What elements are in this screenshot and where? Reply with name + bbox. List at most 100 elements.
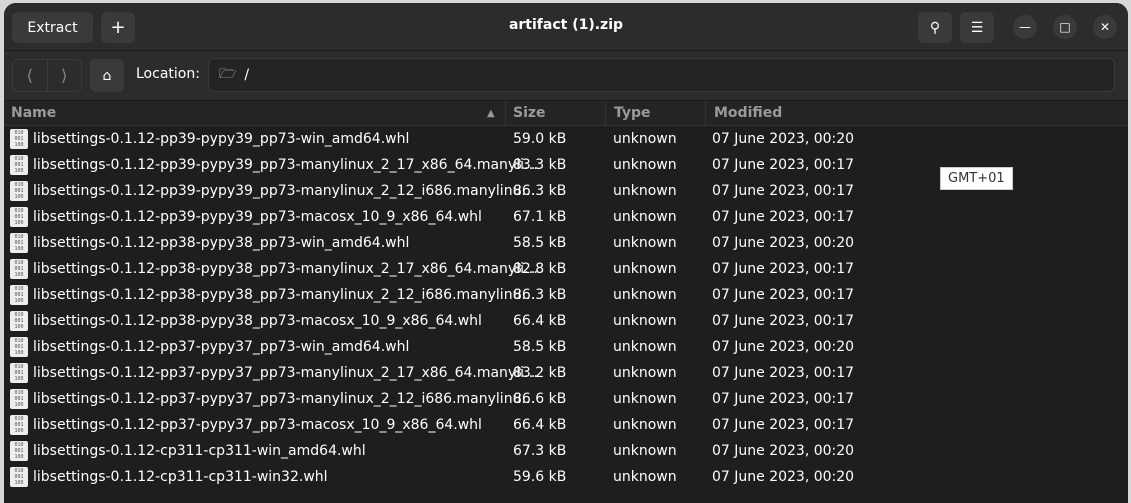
file-type: unknown (613, 183, 677, 199)
file-name: libsettings-0.1.12-cp311-cp311-win_amd64… (33, 443, 366, 459)
file-name: libsettings-0.1.12-cp311-cp311-win32.whl (33, 469, 328, 485)
file-row[interactable]: 010 001 100 libsettings-0.1.12-pp39-pypy39… (4, 204, 1128, 230)
column-name[interactable]: Name (11, 105, 56, 121)
file-modified: 07 June 2023, 00:20 (712, 339, 855, 355)
file-size: 83.2 kB (513, 365, 567, 381)
home-button[interactable]: ⌂ (90, 59, 124, 92)
binary-file-icon: 010 001 100 (10, 363, 28, 383)
file-row[interactable]: 010 001 100 libsettings-0.1.12-pp38-pypy38… (4, 230, 1128, 256)
binary-file-icon: 010 001 100 (10, 181, 28, 201)
binary-file-icon: 010 001 100 (10, 389, 28, 409)
file-name: libsettings-0.1.12-pp39-pypy39_pp73-win_… (33, 131, 410, 147)
file-modified: 07 June 2023, 00:20 (712, 235, 855, 251)
file-modified: 07 June 2023, 00:17 (712, 313, 855, 329)
file-row[interactable]: 010 001 100 libsettings-0.1.12-pp37-pypy37… (4, 412, 1128, 438)
column-header: Name ▲ Size Type Modified (4, 101, 1128, 126)
binary-file-icon: 010 001 100 (10, 233, 28, 253)
file-name: libsettings-0.1.12-pp39-pypy39_pp73-many… (33, 183, 536, 199)
minimize-button[interactable]: — (1013, 15, 1037, 39)
file-name: libsettings-0.1.12-pp37-pypy37_pp73-win_… (33, 339, 410, 355)
search-button[interactable]: ⚲ (918, 12, 952, 43)
file-type: unknown (613, 443, 677, 459)
file-name: libsettings-0.1.12-pp38-pypy38_pp73-many… (33, 287, 536, 303)
file-type: unknown (613, 209, 677, 225)
file-size: 83.3 kB (513, 157, 567, 173)
column-modified[interactable]: Modified (714, 105, 782, 121)
file-row[interactable]: 010 001 100 libsettings-0.1.12-pp38-pypy38… (4, 256, 1128, 282)
file-type: unknown (613, 365, 677, 381)
file-size: 58.5 kB (513, 339, 567, 355)
file-size: 86.3 kB (513, 183, 567, 199)
binary-file-icon: 010 001 100 (10, 467, 28, 487)
file-row[interactable]: 010 001 100 libsettings-0.1.12-pp37-pypy37… (4, 360, 1128, 386)
file-size: 58.5 kB (513, 235, 567, 251)
file-row[interactable]: 010 001 100 libsettings-0.1.12-pp39-pypy39… (4, 126, 1128, 152)
back-button[interactable]: ⟨ (13, 60, 48, 91)
archive-window: Extract + artifact (1).zip ⚲ ☰ — □ ✕ ⟨ ⟩… (4, 3, 1128, 503)
file-modified: 07 June 2023, 00:20 (712, 131, 855, 147)
file-row[interactable]: 010 001 100 libsettings-0.1.12-pp37-pypy37… (4, 386, 1128, 412)
file-name: libsettings-0.1.12-pp38-pypy38_pp73-maco… (33, 313, 482, 329)
file-modified: 07 June 2023, 00:17 (712, 287, 855, 303)
hamburger-icon: ☰ (970, 19, 984, 36)
file-type: unknown (613, 313, 677, 329)
binary-file-icon: 010 001 100 (10, 129, 28, 149)
file-type: unknown (613, 417, 677, 433)
file-size: 67.1 kB (513, 209, 567, 225)
file-modified: 07 June 2023, 00:17 (712, 365, 855, 381)
binary-file-icon: 010 001 100 (10, 415, 28, 435)
home-icon: ⌂ (102, 67, 112, 84)
file-row[interactable]: 010 001 100 libsettings-0.1.12-pp38-pypy38… (4, 282, 1128, 308)
file-size: 59.0 kB (513, 131, 567, 147)
file-name: libsettings-0.1.12-pp38-pypy38_pp73-many… (33, 261, 538, 277)
search-icon: ⚲ (929, 19, 941, 36)
file-type: unknown (613, 261, 677, 277)
file-modified: 07 June 2023, 00:17 (712, 157, 855, 173)
binary-file-icon: 010 001 100 (10, 285, 28, 305)
file-type: unknown (613, 235, 677, 251)
column-type[interactable]: Type (614, 105, 651, 121)
tooltip: GMT+01 (940, 167, 1013, 190)
sort-ascending-icon: ▲ (487, 108, 495, 119)
file-name: libsettings-0.1.12-pp37-pypy37_pp73-many… (33, 365, 538, 381)
maximize-button[interactable]: □ (1053, 15, 1077, 39)
close-button[interactable]: ✕ (1093, 15, 1117, 39)
binary-file-icon: 010 001 100 (10, 441, 28, 461)
file-type: unknown (613, 391, 677, 407)
column-size[interactable]: Size (513, 105, 546, 121)
file-row[interactable]: 010 001 100 libsettings-0.1.12-cp311-cp311… (4, 438, 1128, 464)
file-name: libsettings-0.1.12-pp37-pypy37_pp73-many… (33, 391, 536, 407)
location-field[interactable]: 🗁 / (208, 58, 1115, 92)
binary-file-icon: 010 001 100 (10, 311, 28, 331)
menu-button[interactable]: ☰ (960, 12, 994, 43)
file-size: 67.3 kB (513, 443, 567, 459)
location-bar: ⟨ ⟩ ⌂ Location: 🗁 / (4, 51, 1128, 101)
file-size: 82.8 kB (513, 261, 567, 277)
file-name: libsettings-0.1.12-pp37-pypy37_pp73-maco… (33, 417, 482, 433)
binary-file-icon: 010 001 100 (10, 207, 28, 227)
file-row[interactable]: 010 001 100 libsettings-0.1.12-pp37-pypy37… (4, 334, 1128, 360)
file-row[interactable]: 010 001 100 libsettings-0.1.12-pp38-pypy38… (4, 308, 1128, 334)
file-size: 59.6 kB (513, 469, 567, 485)
file-modified: 07 June 2023, 00:17 (712, 183, 855, 199)
nav-buttons: ⟨ ⟩ (12, 59, 82, 92)
binary-file-icon: 010 001 100 (10, 337, 28, 357)
location-path: / (244, 67, 250, 83)
file-modified: 07 June 2023, 00:17 (712, 261, 855, 277)
location-label: Location: (136, 66, 200, 82)
binary-file-icon: 010 001 100 (10, 155, 28, 175)
file-name: libsettings-0.1.12-pp38-pypy38_pp73-win_… (33, 235, 410, 251)
file-size: 66.4 kB (513, 417, 567, 433)
file-name: libsettings-0.1.12-pp39-pypy39_pp73-maco… (33, 209, 482, 225)
file-size: 86.3 kB (513, 287, 567, 303)
file-type: unknown (613, 157, 677, 173)
binary-file-icon: 010 001 100 (10, 259, 28, 279)
forward-button[interactable]: ⟩ (48, 60, 82, 91)
file-type: unknown (613, 469, 677, 485)
file-name: libsettings-0.1.12-pp39-pypy39_pp73-many… (33, 157, 538, 173)
folder-icon: 🗁 (219, 66, 237, 82)
file-modified: 07 June 2023, 00:17 (712, 391, 855, 407)
file-type: unknown (613, 287, 677, 303)
file-row[interactable]: 010 001 100 libsettings-0.1.12-cp311-cp311… (4, 464, 1128, 490)
file-type: unknown (613, 131, 677, 147)
